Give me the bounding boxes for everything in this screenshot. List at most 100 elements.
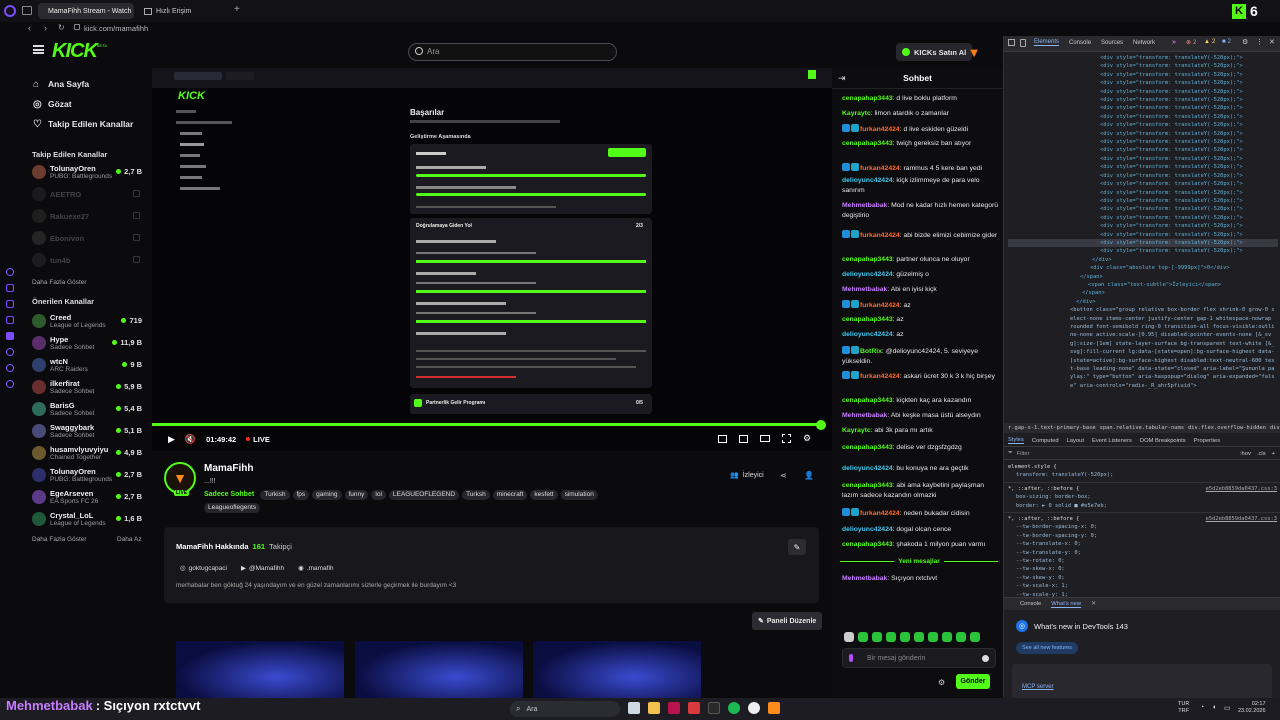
- chat-username[interactable]: furkan42424: [860, 126, 900, 133]
- sidebar-nav-item[interactable]: ♡ Takip Edilen Kanallar: [0, 114, 152, 134]
- dom-node[interactable]: <div style="transform: translateY(-520px…: [1008, 180, 1278, 188]
- taskbar-search[interactable]: ⌕ Ara: [510, 701, 620, 717]
- dom-node[interactable]: <div style="transform: translateY(-520px…: [1008, 222, 1278, 230]
- more-tabs-icon[interactable]: »: [1172, 39, 1176, 46]
- mute-icon[interactable]: 🔇: [185, 434, 196, 445]
- followed-channel[interactable]: tun4b: [0, 250, 152, 272]
- dom-node[interactable]: <div class="absolute top-[-9999px]">0</d…: [1008, 264, 1278, 272]
- volume-icon[interactable]: ◖: [1212, 704, 1216, 711]
- new-tab-button[interactable]: +: [234, 4, 240, 15]
- dom-node[interactable]: <div style="transform: translateY(-520px…: [1008, 238, 1278, 248]
- emote-icon[interactable]: [956, 632, 966, 642]
- task-view-icon[interactable]: [628, 702, 640, 714]
- forward-icon[interactable]: ›: [44, 23, 47, 33]
- settings-gear-icon[interactable]: ⚙: [1242, 38, 1248, 46]
- rule-source[interactable]: e5d2eb8859da0437.css:3: [1206, 485, 1277, 493]
- rail-icon[interactable]: [6, 316, 14, 324]
- suggested-channel[interactable]: wtcN ARC Raiders 9 B: [0, 355, 152, 377]
- dom-node-button[interactable]: <button class="group relative box-border…: [1008, 306, 1276, 390]
- edit-panels-button[interactable]: ✎ Paneli Düzenle: [752, 612, 823, 630]
- styles-tab[interactable]: Styles: [1008, 437, 1024, 444]
- suggested-channel[interactable]: Hype Sadece Sohbet 11,9 B: [0, 333, 152, 355]
- play-icon[interactable]: ▶: [168, 434, 175, 445]
- whatsnew-button[interactable]: See all new features: [1016, 642, 1078, 654]
- chat-username[interactable]: delioyunc42424: [842, 271, 893, 278]
- fullscreen-icon[interactable]: [782, 434, 791, 443]
- followed-channel[interactable]: TolunayOren PUBG: Battlegrounds 2,7 B: [0, 162, 152, 184]
- chat-username[interactable]: BotRix: [860, 348, 882, 355]
- style-rule[interactable]: element.style {transform: translateY(-52…: [1004, 461, 1280, 483]
- rail-icon[interactable]: [6, 348, 14, 356]
- dom-node[interactable]: <div style="transform: translateY(-520px…: [1008, 104, 1278, 112]
- search-input[interactable]: Ara: [408, 43, 617, 61]
- device-icon[interactable]: [1020, 39, 1026, 47]
- suggested-channel[interactable]: Creed League of Legends 719: [0, 311, 152, 333]
- suggested-channel[interactable]: BarisG Sadece Sohbet 5,4 B: [0, 399, 152, 421]
- rule-property[interactable]: --tw-scale-x: 1;: [1008, 582, 1277, 590]
- chat-username[interactable]: cenapahap3443: [842, 444, 893, 451]
- dom-node[interactable]: <div style="transform: translateY(-520px…: [1008, 113, 1278, 121]
- devtools-tab[interactable]: Console: [1069, 40, 1091, 46]
- dom-node[interactable]: <div style="transform: translateY(-520px…: [1008, 231, 1278, 239]
- chat-username[interactable]: cenapahap3443: [842, 397, 893, 404]
- emote-icon[interactable]: [886, 632, 896, 642]
- user-add-icon[interactable]: 👤: [804, 471, 814, 480]
- video-progress-bar[interactable]: [152, 423, 820, 426]
- chat-username[interactable]: delioyunc42424: [842, 177, 893, 184]
- panel-image[interactable]: [176, 641, 344, 701]
- emote-icon[interactable]: [872, 632, 882, 642]
- rule-property[interactable]: transform: translateY(-520px);: [1008, 471, 1277, 479]
- mcp-link[interactable]: MCP server: [1022, 684, 1054, 690]
- styles-tab[interactable]: DOM Breakpoints: [1140, 438, 1186, 444]
- dom-node[interactable]: <div style="transform: translateY(-520px…: [1008, 54, 1278, 62]
- rule-property[interactable]: --tw-translate-y: 0;: [1008, 549, 1277, 557]
- cls-toggle[interactable]: .cls: [1257, 451, 1266, 457]
- chat-username[interactable]: furkan42424: [860, 302, 900, 309]
- start-icon[interactable]: [490, 703, 502, 715]
- emote-icon[interactable]: [928, 632, 938, 642]
- stream-tag[interactable]: fps: [292, 490, 310, 500]
- chat-input[interactable]: Bir mesaj gönderin: [842, 648, 996, 668]
- battery-icon[interactable]: ▭: [1224, 704, 1231, 712]
- dom-node[interactable]: <div style="transform: translateY(-520px…: [1008, 247, 1278, 255]
- stream-tag[interactable]: kesfett: [530, 490, 558, 500]
- browser-tab-active[interactable]: MamaFihh Stream - Watch ✕: [38, 3, 134, 19]
- app-icon[interactable]: [708, 702, 720, 714]
- chat-username[interactable]: Kayraytc: [842, 110, 871, 117]
- style-rule[interactable]: *, ::after, ::before {e5d2eb8859da0437.c…: [1004, 513, 1280, 597]
- suggested-channel[interactable]: Swaggybark Sadece Sohbet 5,1 B: [0, 421, 152, 443]
- stream-tag[interactable]: minecraft: [492, 490, 528, 500]
- app-icon[interactable]: [688, 702, 700, 714]
- show-less-link[interactable]: Daha Az: [117, 536, 142, 543]
- rule-source[interactable]: e5d2eb8859da0437.css:3: [1206, 515, 1277, 523]
- sidebar-toggle-icon[interactable]: [22, 6, 32, 15]
- dom-node[interactable]: <div style="transform: translateY(-520px…: [1008, 189, 1278, 197]
- stream-tag[interactable]: simulation: [560, 490, 598, 500]
- emote-icon[interactable]: [858, 632, 868, 642]
- chat-settings-icon[interactable]: ⚙: [938, 678, 945, 687]
- rule-property[interactable]: box-sizing: border-box;: [1008, 493, 1277, 501]
- chat-username[interactable]: furkan42424: [860, 373, 900, 380]
- stream-tag[interactable]: LEAGUEOFLEGEND: [388, 490, 460, 500]
- dom-node[interactable]: <div style="transform: translateY(-520px…: [1008, 146, 1278, 154]
- suggested-channel[interactable]: ilkerfirat Sadece Sohbet 5,9 B: [0, 377, 152, 399]
- dom-node[interactable]: </span>: [1008, 273, 1278, 281]
- rail-icon[interactable]: [6, 300, 14, 308]
- chat-username[interactable]: delioyunc42424: [842, 465, 893, 472]
- emote-icon[interactable]: [900, 632, 910, 642]
- channel-name[interactable]: MamaFihh: [204, 463, 253, 474]
- chat-username[interactable]: furkan42424: [860, 510, 900, 517]
- rule-property[interactable]: --tw-border-spacing-y: 0;: [1008, 532, 1277, 540]
- stream-tag[interactable]: funny: [344, 490, 369, 500]
- inspect-icon[interactable]: [1008, 39, 1015, 46]
- chat-username[interactable]: cenapahap3443: [842, 316, 893, 323]
- rail-icon[interactable]: [6, 364, 14, 372]
- dom-node[interactable]: <div style="transform: translateY(-520px…: [1008, 163, 1278, 171]
- rule-property[interactable]: --tw-skew-y: 0;: [1008, 574, 1277, 582]
- chrome-icon[interactable]: [748, 702, 760, 714]
- dom-node[interactable]: <div style="transform: translateY(-520px…: [1008, 214, 1278, 222]
- user-avatar-icon[interactable]: ▼: [966, 44, 982, 60]
- chat-username[interactable]: Mehmetbabak: [842, 286, 887, 293]
- close-icon[interactable]: ✕: [1091, 601, 1096, 607]
- dom-node[interactable]: <div style="transform: translateY(-520px…: [1008, 121, 1278, 129]
